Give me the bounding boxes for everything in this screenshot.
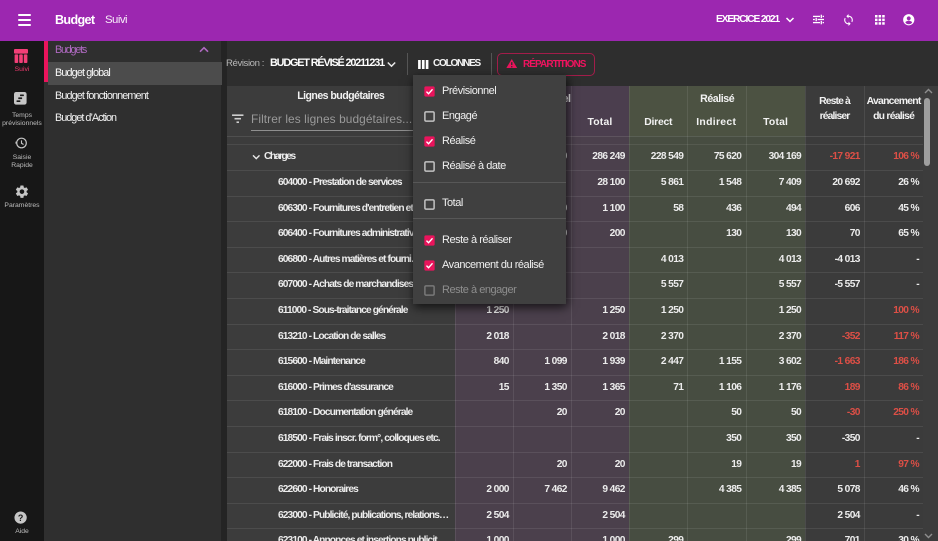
svg-text:?: ? xyxy=(18,513,23,523)
